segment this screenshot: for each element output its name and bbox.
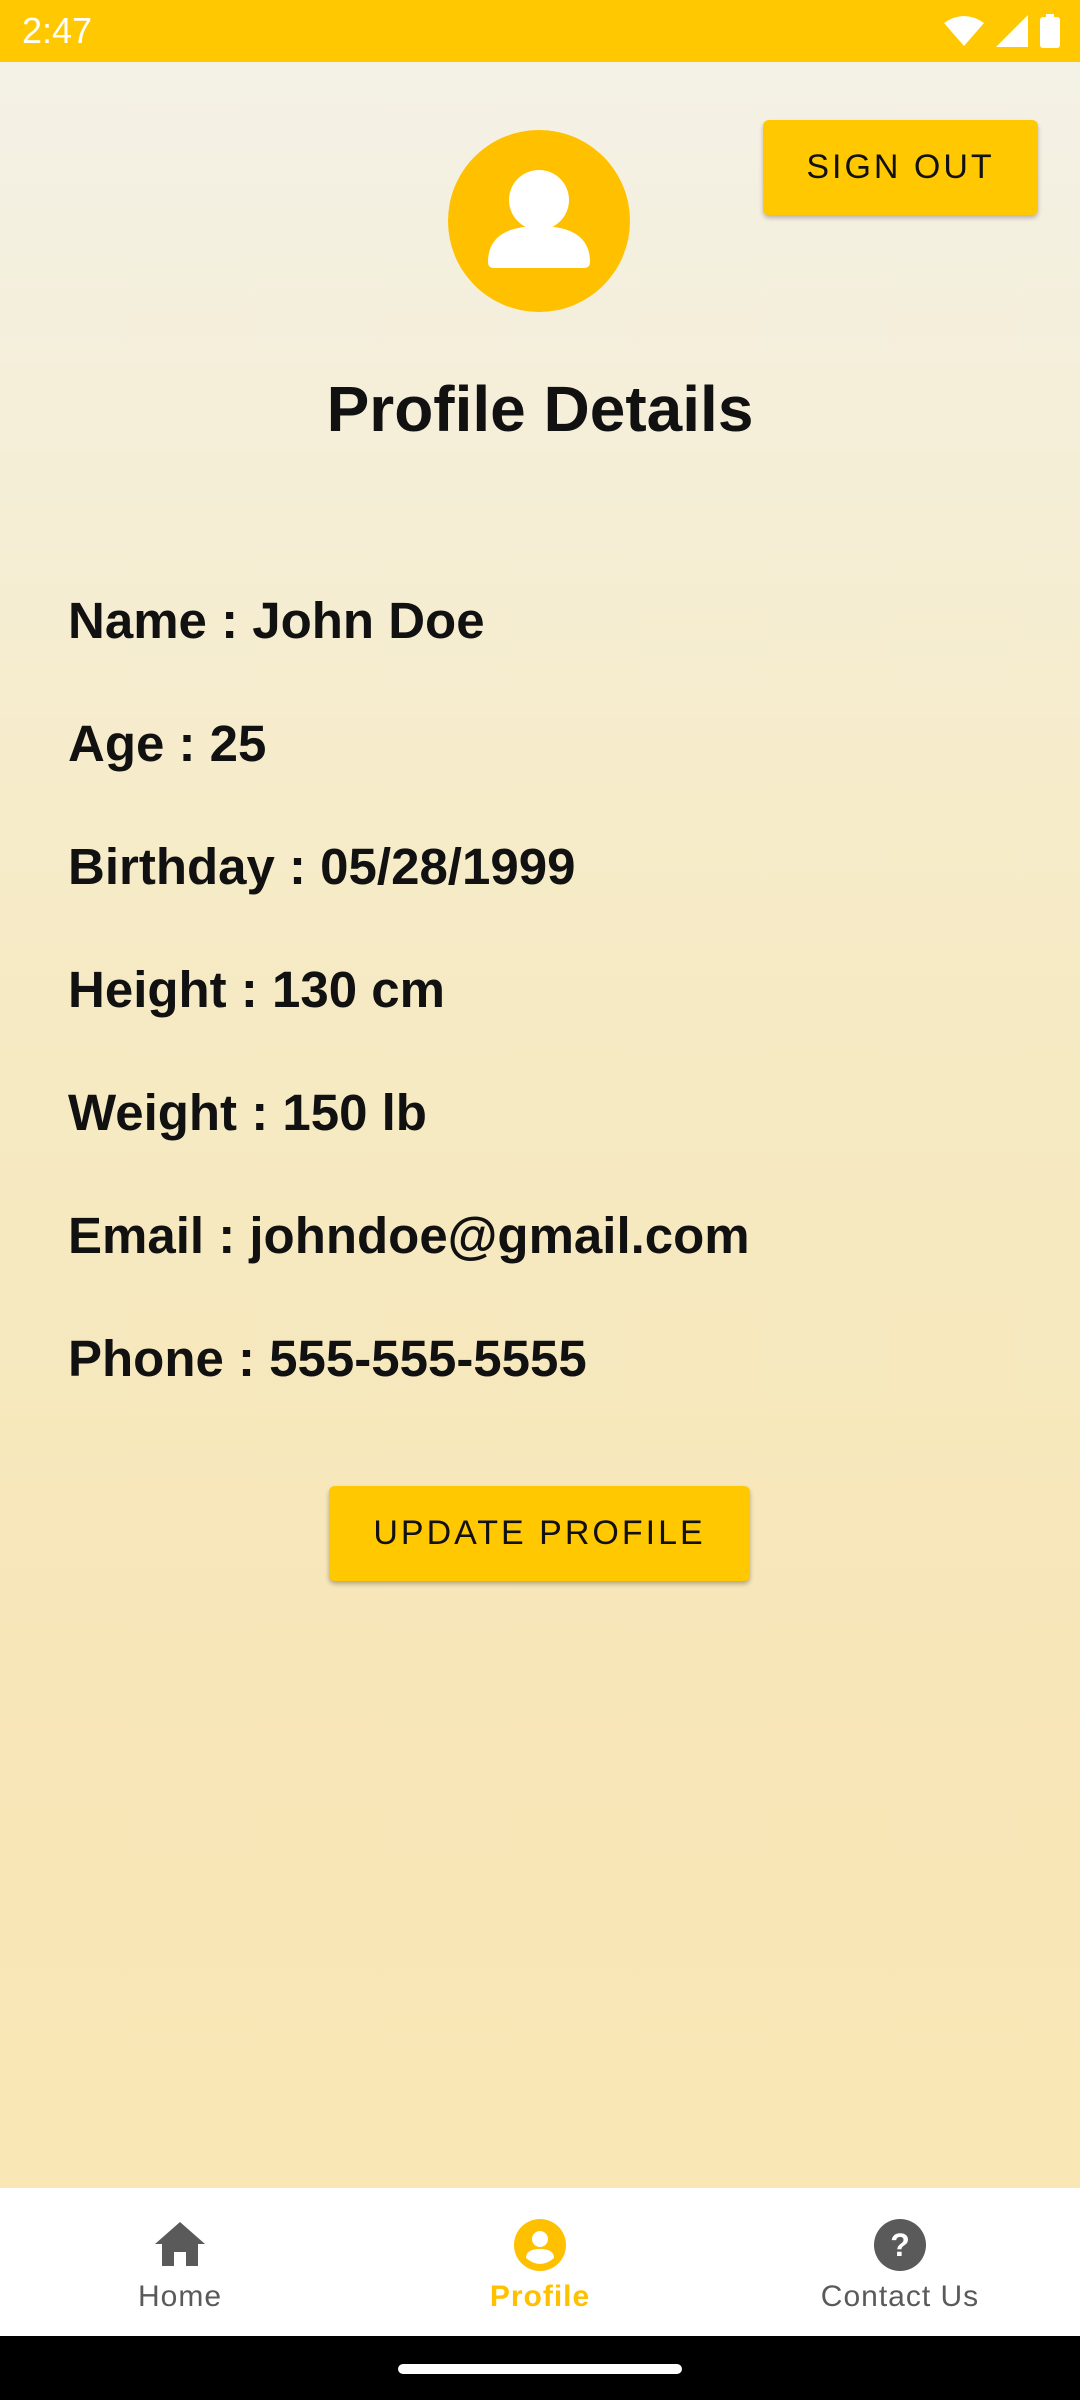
- detail-age: Age : 25: [68, 715, 267, 772]
- profile-screen: 2:47 SIGN OUT Profile Details Name : Joh…: [0, 0, 1080, 2400]
- battery-icon: [1040, 14, 1060, 48]
- detail-birthday: Birthday : 05/28/1999: [68, 838, 576, 895]
- nav-item-contact-us[interactable]: ? Contact Us: [720, 2188, 1080, 2336]
- detail-height: Height : 130 cm: [68, 961, 445, 1018]
- nav-label-contact-us: Contact Us: [820, 2280, 980, 2313]
- detail-phone: Phone : 555-555-5555: [68, 1330, 587, 1387]
- status-icons: [944, 13, 1060, 49]
- nav-item-home[interactable]: Home: [0, 2188, 360, 2336]
- nav-item-profile[interactable]: Profile: [360, 2188, 720, 2336]
- avatar: [448, 130, 630, 312]
- wifi-icon: [944, 16, 984, 46]
- detail-email: Email : johndoe@gmail.com: [68, 1207, 750, 1264]
- system-navigation-bar: [0, 2336, 1080, 2400]
- detail-name: Name : John Doe: [68, 592, 485, 649]
- profile-icon: [514, 2219, 566, 2271]
- nav-label-profile: Profile: [489, 2280, 591, 2313]
- status-time: 2:47: [22, 10, 93, 51]
- signal-icon: [996, 15, 1028, 47]
- person-icon: [488, 170, 590, 268]
- help-icon: ?: [874, 2219, 926, 2271]
- nav-label-home: Home: [137, 2280, 223, 2313]
- home-icon: [155, 2222, 205, 2266]
- update-profile-button[interactable]: UPDATE PROFILE: [329, 1486, 750, 1581]
- bottom-navigation: Home Profile ? Contact Us: [0, 2188, 1080, 2336]
- detail-weight: Weight : 150 lb: [68, 1084, 427, 1141]
- svg-text:?: ?: [890, 2227, 910, 2263]
- status-bar: 2:47: [0, 0, 1080, 62]
- page-title: Profile Details: [326, 373, 754, 445]
- gesture-handle[interactable]: [398, 2364, 682, 2374]
- profile-details-list: Name : John Doe Age : 25 Birthday : 05/2…: [68, 583, 1048, 1444]
- sign-out-button[interactable]: SIGN OUT: [763, 120, 1038, 215]
